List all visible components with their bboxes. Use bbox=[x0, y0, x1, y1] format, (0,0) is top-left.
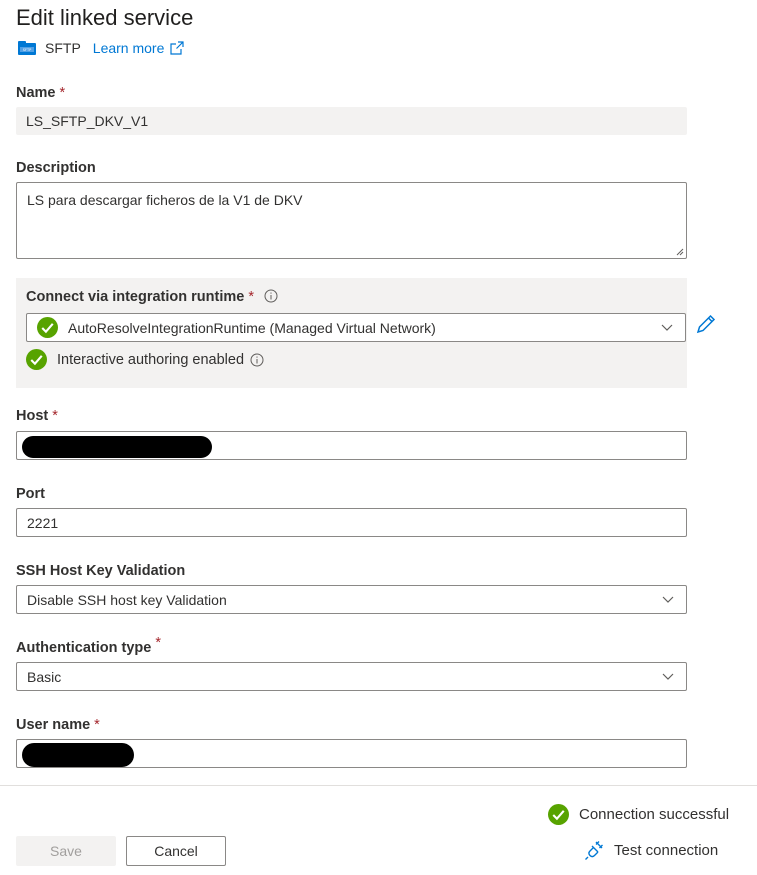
description-field[interactable]: LS para descargar ficheros de la V1 de D… bbox=[16, 182, 687, 259]
info-icon[interactable] bbox=[264, 289, 278, 303]
integration-runtime-label: Connect via integration runtime * bbox=[26, 289, 278, 305]
chevron-down-icon bbox=[662, 673, 674, 680]
test-connection-label: Test connection bbox=[614, 841, 719, 859]
required-marker: * bbox=[52, 408, 58, 424]
info-icon[interactable] bbox=[250, 353, 264, 367]
success-check-icon bbox=[26, 349, 47, 370]
integration-runtime-value: AutoResolveIntegrationRuntime (Managed V… bbox=[68, 319, 436, 336]
auth-type-value: Basic bbox=[27, 668, 62, 685]
test-connection-button[interactable]: Test connection bbox=[584, 840, 718, 860]
interactive-authoring-label: Interactive authoring enabled bbox=[57, 351, 245, 368]
name-field[interactable]: LS_SFTP_DKV_V1 bbox=[16, 107, 687, 135]
resize-handle-icon[interactable] bbox=[674, 246, 684, 256]
service-type-row: SFTP SFTP Learn more bbox=[18, 38, 184, 58]
name-label: Name * bbox=[16, 85, 66, 101]
edit-pencil-icon[interactable] bbox=[695, 313, 717, 335]
chevron-down-icon bbox=[661, 324, 673, 331]
required-marker: * bbox=[248, 289, 254, 305]
success-check-icon bbox=[548, 804, 569, 825]
chevron-down-icon bbox=[662, 596, 674, 603]
save-button[interactable]: Save bbox=[16, 836, 116, 866]
footer-divider bbox=[0, 785, 757, 786]
redaction-mark bbox=[22, 436, 212, 458]
connection-status: Connection successful bbox=[548, 804, 729, 825]
redaction-mark bbox=[22, 743, 134, 767]
required-marker: * bbox=[94, 717, 100, 733]
port-field[interactable]: 2221 bbox=[16, 508, 687, 537]
learn-more-link[interactable]: Learn more bbox=[93, 40, 185, 56]
user-name-label: User name * bbox=[16, 717, 100, 733]
page-title: Edit linked service bbox=[16, 5, 194, 30]
interactive-authoring-status: Interactive authoring enabled bbox=[26, 349, 264, 370]
required-marker: * bbox=[155, 635, 161, 651]
svg-text:SFTP: SFTP bbox=[23, 48, 31, 52]
connection-status-label: Connection successful bbox=[579, 806, 730, 823]
description-label: Description bbox=[16, 160, 96, 176]
auth-type-dropdown[interactable]: Basic bbox=[16, 662, 687, 691]
ssh-validation-value: Disable SSH host key Validation bbox=[27, 591, 227, 608]
sftp-icon: SFTP bbox=[18, 41, 36, 55]
integration-runtime-dropdown[interactable]: AutoResolveIntegrationRuntime (Managed V… bbox=[26, 313, 686, 342]
required-marker: * bbox=[59, 85, 66, 101]
success-check-icon bbox=[37, 317, 58, 338]
description-value: LS para descargar ficheros de la V1 de D… bbox=[27, 192, 303, 208]
learn-more-label: Learn more bbox=[92, 40, 165, 56]
external-link-icon bbox=[170, 41, 184, 55]
ssh-validation-dropdown[interactable]: Disable SSH host key Validation bbox=[16, 585, 687, 614]
auth-type-label: Authentication type * bbox=[16, 635, 161, 656]
service-type-label: SFTP bbox=[45, 40, 81, 56]
plug-icon bbox=[585, 841, 603, 860]
cancel-button[interactable]: Cancel bbox=[126, 836, 226, 866]
name-value: LS_SFTP_DKV_V1 bbox=[26, 113, 149, 129]
host-label: Host * bbox=[16, 408, 58, 424]
port-value: 2221 bbox=[27, 514, 59, 531]
port-label: Port bbox=[16, 486, 45, 502]
ssh-validation-label: SSH Host Key Validation bbox=[16, 563, 186, 579]
